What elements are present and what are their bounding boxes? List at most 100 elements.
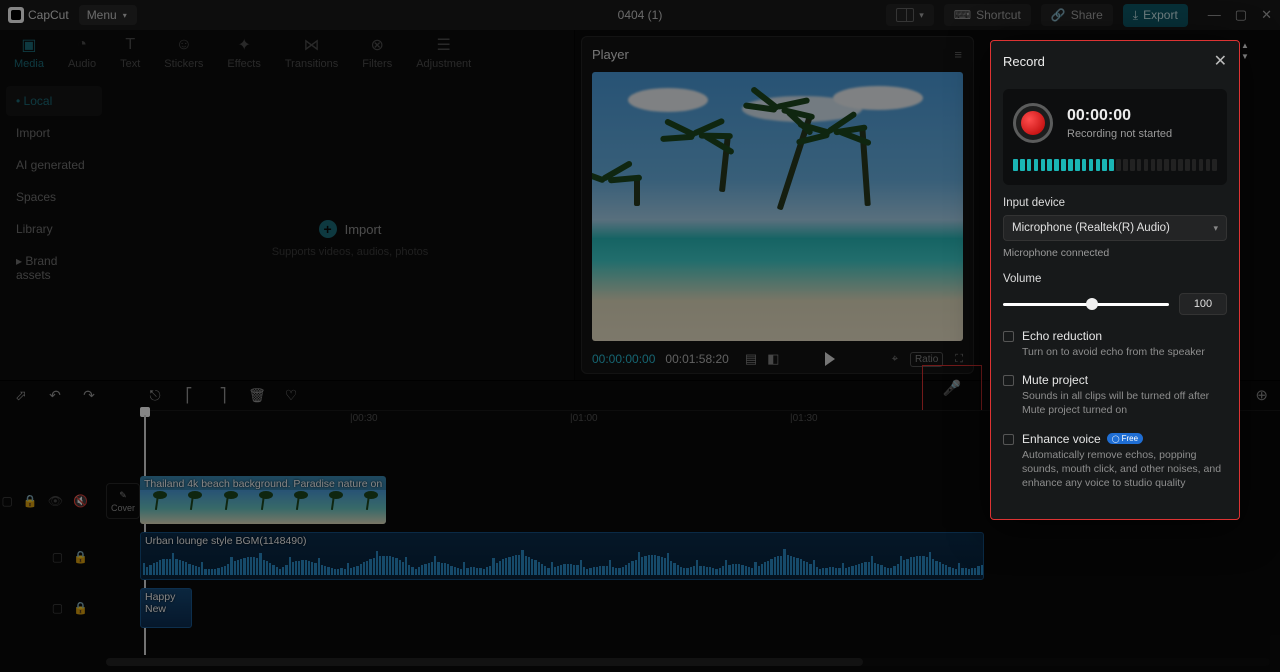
close-window-button[interactable]: ✕ — [1261, 7, 1272, 23]
tab-adjustment[interactable]: ☰Adjustment — [416, 36, 471, 70]
video-preview[interactable] — [592, 72, 963, 341]
record-card: 00:00:00 Recording not started — [1003, 89, 1227, 185]
volume-value[interactable]: 100 — [1179, 293, 1227, 315]
title-bar: CapCut Menu ▾ 0404 (1) ▾ ⌨Shortcut 🔗Shar… — [0, 0, 1280, 30]
focus-icon[interactable]: ⌖ — [892, 353, 898, 366]
track-lock-icon[interactable]: 🔒 — [73, 550, 88, 564]
player-pane: Player ≡ 00:00:00:00 00:01:58:20 ▤ ◧ — [575, 30, 980, 380]
capcut-icon — [8, 7, 24, 23]
track-mute-icon[interactable]: ▢ — [52, 601, 63, 615]
playhead[interactable] — [140, 407, 150, 417]
track-lock-icon[interactable]: 🔒 — [73, 601, 88, 615]
transitions-icon: ⋈ — [302, 36, 322, 54]
checkbox-icon[interactable] — [1003, 434, 1014, 445]
layout-icon — [896, 8, 914, 22]
text-clip[interactable]: Happy New — [140, 588, 192, 628]
player-menu-icon[interactable]: ≡ — [954, 47, 963, 62]
record-status: Recording not started — [1067, 128, 1172, 140]
chevron-down-icon: ▾ — [123, 11, 127, 20]
marker-icon[interactable]: ♡ — [282, 387, 300, 404]
tab-text[interactable]: TText — [120, 36, 140, 70]
video-clip[interactable]: Thailand 4k beach background. Paradise n… — [140, 476, 386, 524]
scrollbar-thumb[interactable] — [106, 658, 863, 666]
record-audio-button[interactable]: 🎤 — [922, 365, 982, 411]
undo-icon[interactable]: ↶ — [46, 387, 64, 404]
split-icon[interactable]: ⎋ — [146, 387, 164, 404]
window-controls: — ▢ ✕ — [1208, 7, 1272, 23]
enhance-voice-option[interactable]: Enhance voiceFree Automatically remove e… — [1003, 432, 1227, 491]
compare-icon[interactable]: ◧ — [767, 351, 779, 367]
split-left-icon[interactable]: ⎡ — [180, 387, 198, 404]
maximize-button[interactable]: ▢ — [1235, 7, 1247, 23]
record-title: Record — [1003, 54, 1045, 69]
stickers-icon: ☺ — [174, 36, 194, 54]
close-icon[interactable]: ✕ — [1214, 51, 1227, 71]
tab-media[interactable]: ▣Media — [14, 36, 44, 70]
track-visible-icon[interactable]: 👁 — [48, 494, 63, 508]
input-device-status: Microphone connected — [1003, 247, 1227, 259]
track-mute-icon[interactable]: ▢ — [52, 550, 63, 564]
project-title: 0404 (1) — [618, 8, 663, 22]
export-button[interactable]: ⤓Export — [1123, 4, 1188, 27]
input-device-label: Input device — [1003, 197, 1227, 209]
grid-view-icon[interactable]: ▤ — [745, 351, 757, 367]
tab-stickers[interactable]: ☺Stickers — [164, 36, 203, 70]
tab-effects[interactable]: ✦Effects — [227, 36, 260, 70]
mute-project-option[interactable]: Mute project Sounds in all clips will be… — [1003, 373, 1227, 417]
sidebar-item-local[interactable]: • Local — [6, 86, 102, 116]
app-name: CapCut — [28, 8, 69, 22]
level-meter — [1013, 159, 1217, 171]
play-button[interactable] — [825, 352, 835, 366]
share-icon: 🔗 — [1051, 8, 1066, 22]
text-track: ▢ 🔒 — [0, 588, 1280, 628]
sidebar-item-library[interactable]: Library — [6, 214, 102, 244]
player-panel: Player ≡ 00:00:00:00 00:01:58:20 ▤ ◧ — [581, 36, 974, 374]
redo-icon[interactable]: ↷ — [80, 387, 98, 404]
record-time: 00:00:00 — [1067, 107, 1172, 125]
free-badge: Free — [1107, 433, 1143, 444]
sidebar-item-spaces[interactable]: Spaces — [6, 182, 102, 212]
timeline-settings-icon[interactable]: ⊕ — [1255, 386, 1268, 404]
track-lock-icon[interactable]: 🔒 — [23, 494, 38, 508]
plus-icon: + — [319, 220, 337, 238]
effects-icon: ✦ — [234, 36, 254, 54]
split-right-icon[interactable]: ⎤ — [214, 387, 232, 404]
timeline-scrollbar[interactable] — [106, 658, 1270, 666]
tab-audio[interactable]: ◔Audio — [68, 36, 96, 70]
checkbox-icon[interactable] — [1003, 331, 1014, 342]
share-button[interactable]: 🔗Share — [1041, 4, 1113, 26]
menu-button[interactable]: Menu ▾ — [79, 5, 137, 25]
player-title: Player — [592, 47, 629, 62]
minimize-button[interactable]: — — [1208, 7, 1221, 23]
checkbox-icon[interactable] — [1003, 375, 1014, 386]
audio-clip[interactable]: Urban lounge style BGM(1148490) — [140, 532, 984, 580]
delete-icon[interactable]: 🗑 — [248, 387, 266, 404]
layout-button[interactable]: ▾ — [886, 4, 934, 26]
sidebar-item-ai[interactable]: AI generated — [6, 150, 102, 180]
total-time: 00:01:58:20 — [665, 352, 728, 366]
sidebar-item-brand[interactable]: ▸ Brand assets — [6, 246, 102, 290]
media-sidebar: • Local Import AI generated Spaces Libra… — [0, 78, 108, 300]
slider-knob[interactable] — [1086, 298, 1098, 310]
input-device-select[interactable]: Microphone (Realtek(R) Audio) ▾ — [1003, 215, 1227, 241]
track-mute-icon[interactable]: ▢ — [2, 494, 13, 508]
player-controls: 00:00:00:00 00:01:58:20 ▤ ◧ ⌖ Ratio ⛶ — [592, 341, 963, 367]
sidebar-item-import[interactable]: Import — [6, 118, 102, 148]
cover-button[interactable]: ✎ Cover — [106, 483, 140, 519]
tab-transitions[interactable]: ⋈Transitions — [285, 36, 338, 70]
current-time: 00:00:00:00 — [592, 352, 655, 366]
cursor-tool-icon[interactable]: ⬀ — [12, 387, 30, 404]
media-tabs: ▣Media ◔Audio TText ☺Stickers ✦Effects ⋈… — [0, 30, 574, 78]
echo-reduction-option[interactable]: Echo reduction Turn on to avoid echo fro… — [1003, 329, 1227, 359]
export-icon: ⤓ — [1133, 8, 1138, 23]
track-mute2-icon[interactable]: 🔇 — [73, 494, 88, 508]
shortcut-button[interactable]: ⌨Shortcut — [944, 4, 1031, 26]
topbar-right: ▾ ⌨Shortcut 🔗Share ⤓Export — ▢ ✕ — [886, 4, 1272, 27]
record-button[interactable] — [1013, 103, 1053, 143]
import-dropzone[interactable]: + Import Supports videos, audios, photos — [250, 220, 450, 258]
volume-slider[interactable] — [1003, 303, 1169, 306]
tab-filters[interactable]: ⊗Filters — [362, 36, 392, 70]
app-logo: CapCut — [8, 7, 69, 23]
edit-icon: ✎ — [119, 490, 127, 501]
adjustment-icon: ☰ — [434, 36, 454, 54]
